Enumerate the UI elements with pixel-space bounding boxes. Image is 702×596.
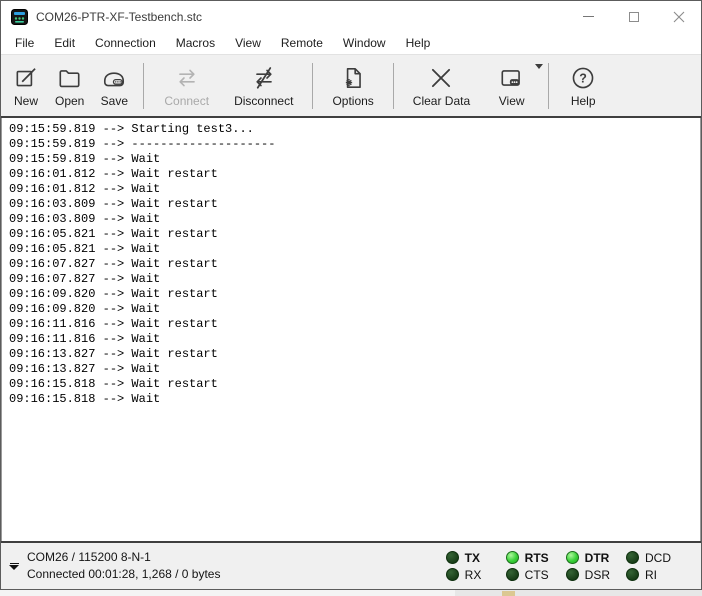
indicator-tx: TX xyxy=(446,551,490,565)
indicator-dcd: DCD xyxy=(626,551,671,565)
indicator-cts: CTS xyxy=(506,568,550,582)
indicator-rx: RX xyxy=(446,568,490,582)
close-button[interactable] xyxy=(656,1,701,32)
port-settings-text: COM26 / 115200 8-N-1 xyxy=(27,549,446,566)
view-dropdown-caret-icon[interactable] xyxy=(535,64,543,69)
open-folder-icon xyxy=(56,64,83,93)
menu-help[interactable]: Help xyxy=(396,34,441,52)
desktop-strip-shade xyxy=(455,590,702,596)
menu-file[interactable]: File xyxy=(5,34,44,52)
options-gear-document-icon xyxy=(340,64,366,93)
menu-window[interactable]: Window xyxy=(333,34,396,52)
menu-bar: File Edit Connection Macros View Remote … xyxy=(1,32,701,54)
menu-connection[interactable]: Connection xyxy=(85,34,166,52)
terminal-lines: 09:15:59.819 --> Starting test3... 09:15… xyxy=(9,122,694,407)
view-button[interactable]: View xyxy=(482,58,541,114)
terminal-log[interactable]: 09:15:59.819 --> Starting test3... 09:15… xyxy=(1,118,701,541)
menu-remote[interactable]: Remote xyxy=(271,34,333,52)
open-button[interactable]: Open xyxy=(47,58,92,114)
clear-data-button[interactable]: Clear Data xyxy=(401,58,482,114)
help-button[interactable]: ? Help xyxy=(556,58,610,114)
menu-macros[interactable]: Macros xyxy=(166,34,225,52)
maximize-icon xyxy=(629,12,639,22)
new-document-icon xyxy=(13,64,39,93)
signal-indicators: TX RX RTS CTS DTR DSR xyxy=(446,551,671,582)
indicator-ri: RI xyxy=(626,568,671,582)
desktop-strip-item xyxy=(502,591,515,596)
clear-x-icon xyxy=(428,64,454,93)
connection-status: COM26 / 115200 8-N-1 Connected 00:01:28,… xyxy=(27,549,446,583)
connection-stats-text: Connected 00:01:28, 1,268 / 0 bytes xyxy=(27,566,446,583)
close-icon xyxy=(673,11,685,23)
toolbar: New Open Save xyxy=(1,54,701,116)
dcd-led-icon xyxy=(626,551,639,564)
save-button[interactable]: Save xyxy=(92,58,136,114)
menu-view[interactable]: View xyxy=(225,34,271,52)
svg-text:?: ? xyxy=(579,72,587,86)
minimize-icon xyxy=(583,16,594,17)
maximize-button[interactable] xyxy=(611,1,656,32)
save-drive-icon xyxy=(100,64,128,93)
ri-led-icon xyxy=(626,568,639,581)
indicator-dsr: DSR xyxy=(566,568,610,582)
app-window: COM26-PTR-XF-Testbench.stc File Edit Con… xyxy=(0,0,702,590)
toolbar-separator xyxy=(312,63,313,109)
window-title: COM26-PTR-XF-Testbench.stc xyxy=(36,10,566,24)
app-icon xyxy=(11,9,28,25)
title-bar[interactable]: COM26-PTR-XF-Testbench.stc xyxy=(1,1,701,32)
dtr-led-icon xyxy=(566,551,579,564)
toolbar-separator xyxy=(143,63,144,109)
window-controls xyxy=(566,1,701,32)
status-bar: COM26 / 115200 8-N-1 Connected 00:01:28,… xyxy=(1,543,701,589)
indicator-rts: RTS xyxy=(506,551,550,565)
disconnect-arrows-icon xyxy=(250,64,278,93)
indicator-dtr: DTR xyxy=(566,551,610,565)
rx-led-icon xyxy=(446,568,459,581)
options-button[interactable]: Options xyxy=(320,58,385,114)
help-question-icon: ? xyxy=(570,64,596,93)
new-button[interactable]: New xyxy=(5,58,47,114)
tx-led-icon xyxy=(446,551,459,564)
status-expander-button[interactable] xyxy=(1,563,27,570)
rts-led-icon xyxy=(506,551,519,564)
connect-arrows-icon xyxy=(173,64,201,93)
dsr-led-icon xyxy=(566,568,579,581)
cts-led-icon xyxy=(506,568,519,581)
toolbar-separator xyxy=(393,63,394,109)
menu-edit[interactable]: Edit xyxy=(44,34,85,52)
disconnect-button[interactable]: Disconnect xyxy=(222,58,305,114)
desktop-background-strip xyxy=(0,590,702,596)
connect-button[interactable]: Connect xyxy=(151,58,222,114)
expander-bar-icon xyxy=(10,563,19,564)
view-window-icon xyxy=(498,64,525,93)
minimize-button[interactable] xyxy=(566,1,611,32)
toolbar-separator xyxy=(548,63,549,109)
expander-arrow-icon xyxy=(9,565,19,570)
